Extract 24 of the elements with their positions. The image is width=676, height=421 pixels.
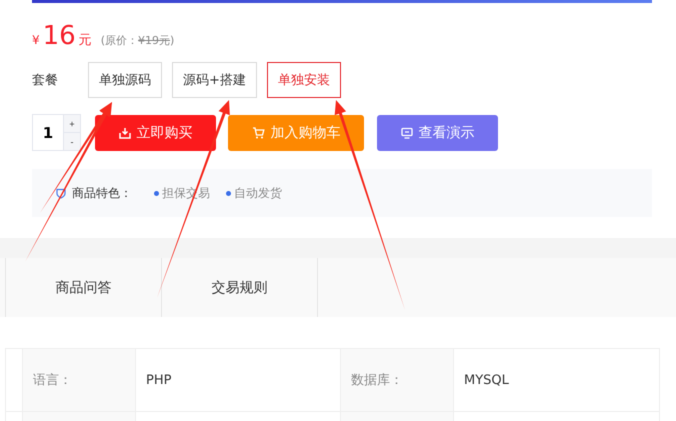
spec-label: 数据库： (341, 349, 454, 411)
tab[interactable]: 商品问答 (5, 258, 161, 317)
bullet-icon (226, 190, 231, 196)
demo-button[interactable]: 查看演示 (377, 114, 498, 150)
features-label: 商品特色： (72, 184, 132, 202)
quantity-stepper[interactable]: 1 + - (32, 114, 81, 151)
original-price: (原价：¥19元) (100, 33, 174, 48)
download-icon (118, 126, 130, 138)
package-option[interactable]: 单独安装 (266, 62, 341, 98)
bullet-icon (154, 190, 159, 196)
feature-item: 自动发货 (234, 184, 282, 202)
buy-button[interactable]: 立即购买 (95, 114, 216, 150)
spec-label: 语言： (23, 349, 136, 411)
monitor-icon (400, 126, 412, 138)
increase-button[interactable]: + (64, 115, 80, 132)
package-option[interactable]: 单独源码 (88, 62, 162, 98)
decrease-button[interactable]: - (64, 132, 80, 150)
currency-symbol: ¥ (32, 33, 40, 47)
package-label: 套餐 (32, 72, 59, 89)
price-unit: 元 (78, 32, 92, 49)
cart-icon (252, 126, 264, 138)
package-option[interactable]: 源码+搭建 (172, 62, 257, 98)
shield-icon (56, 188, 66, 198)
price: 16 (42, 21, 76, 51)
